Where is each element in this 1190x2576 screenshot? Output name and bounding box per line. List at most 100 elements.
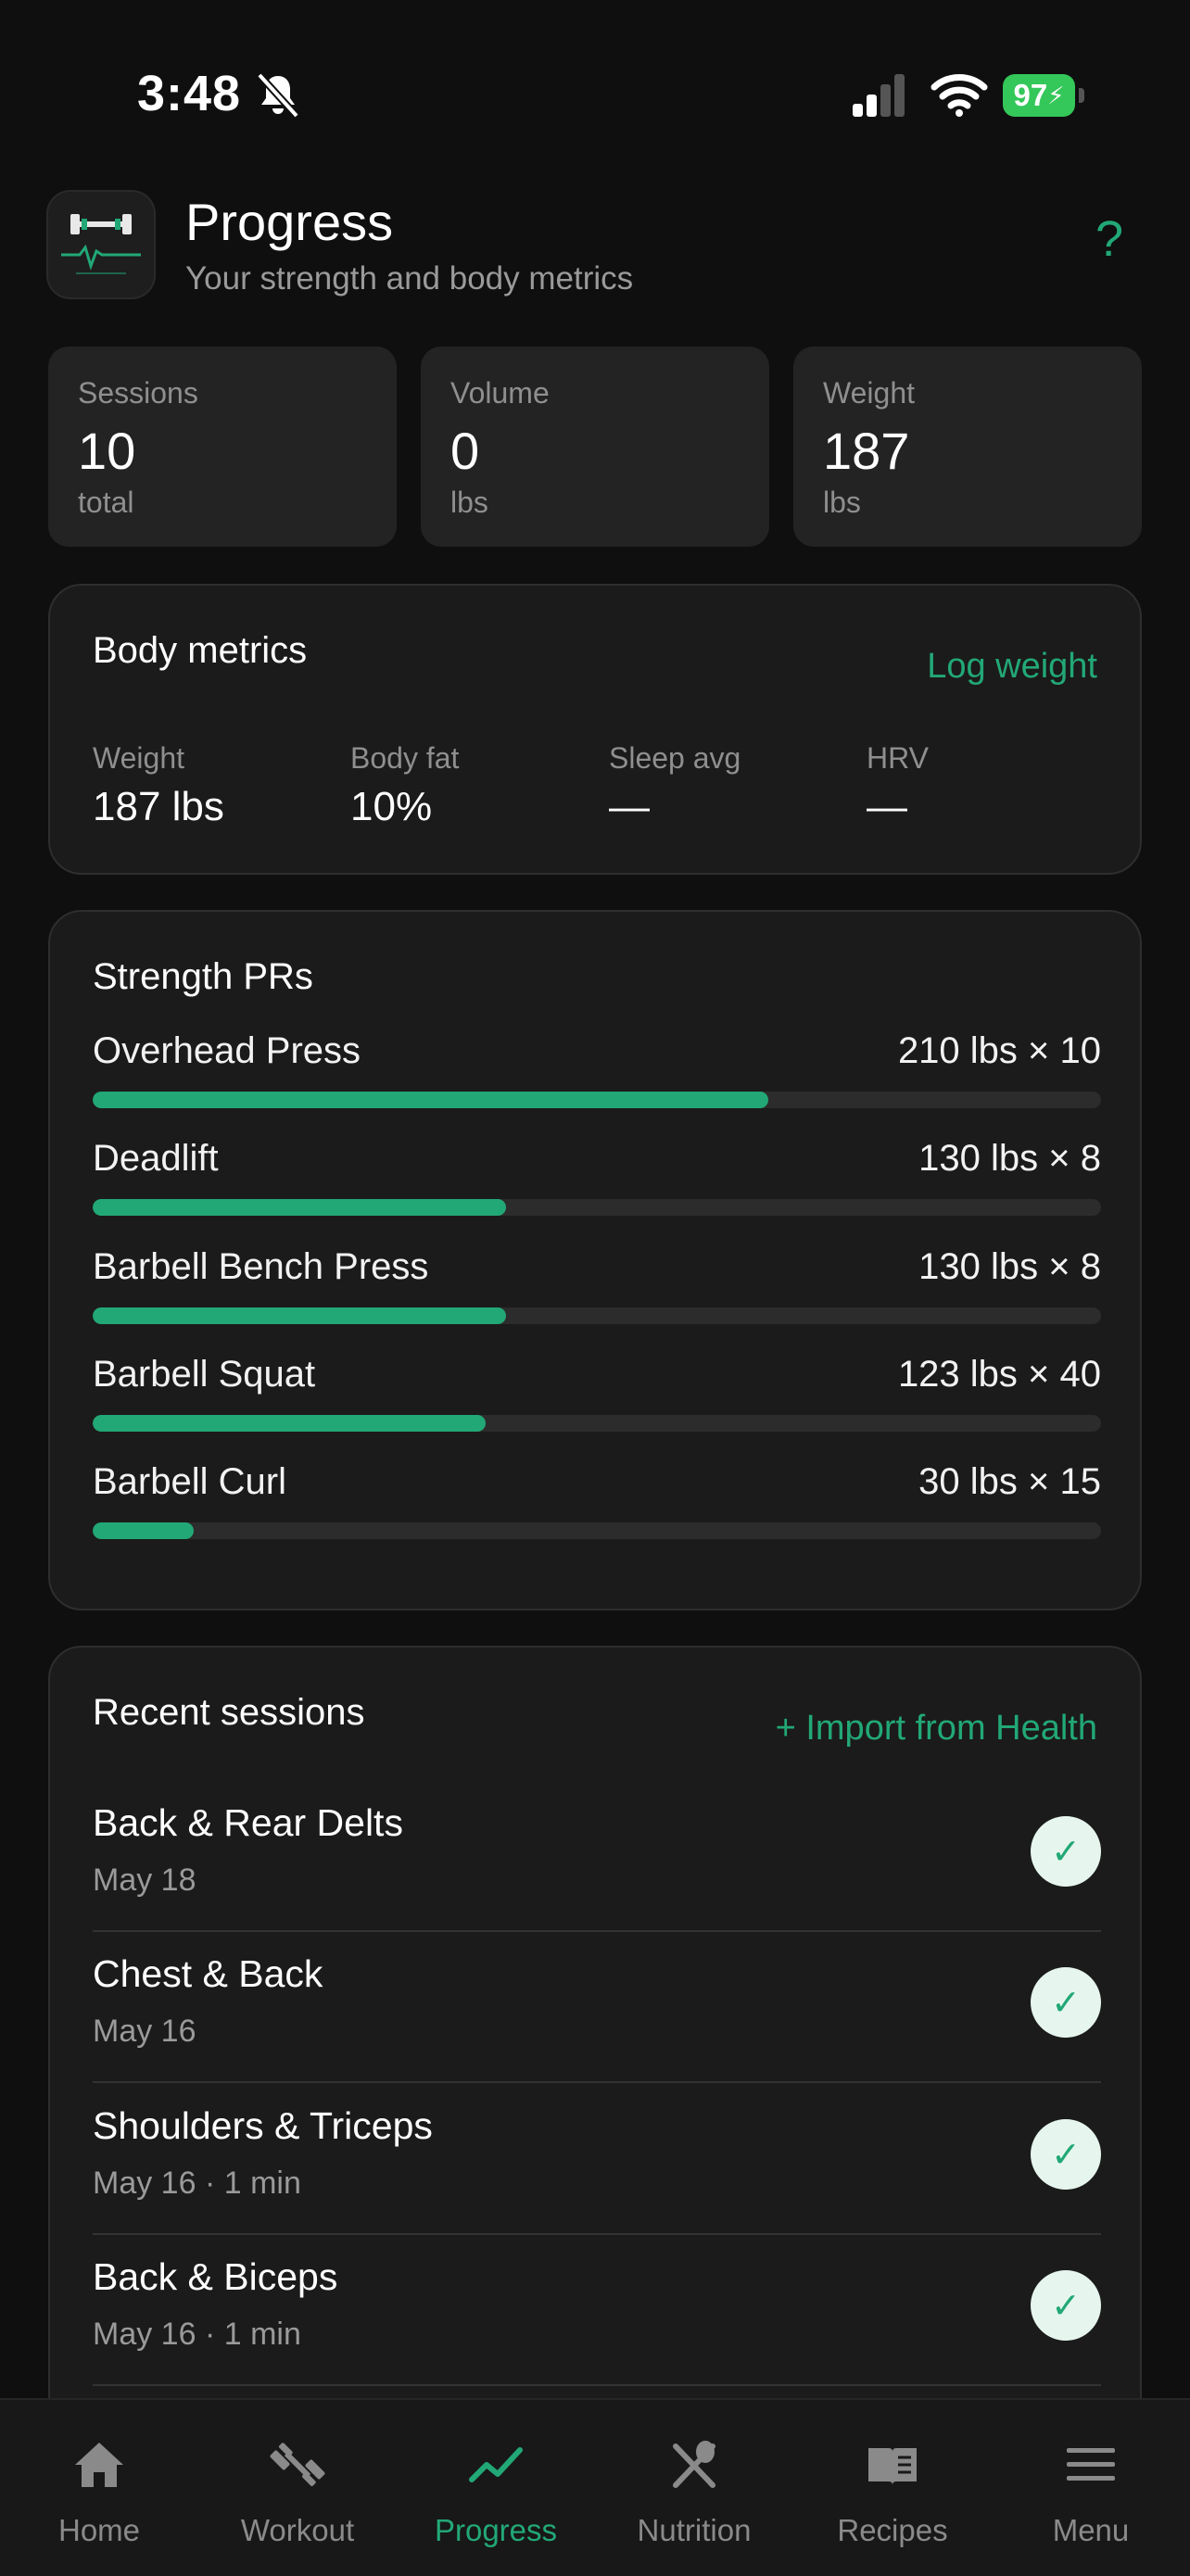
check-icon: ✓ <box>1031 2119 1101 2190</box>
pr-value: 30 lbs × 15 <box>918 1461 1101 1502</box>
charging-bolt-icon: ⚡ <box>1047 81 1065 109</box>
session-meta: May 18 <box>93 1863 196 1898</box>
stat-card-sessions: Sessions 10 total <box>48 347 397 547</box>
battery-percent: 97 <box>1013 78 1048 112</box>
tab-label: Workout <box>240 2513 355 2547</box>
metric-value-hrv: — <box>867 784 907 829</box>
body-metrics-title: Body metrics <box>93 630 308 671</box>
session-row[interactable]: Back & Rear Delts May 18 ✓ <box>93 1781 1101 1932</box>
pr-name: Barbell Squat <box>93 1354 316 1395</box>
session-meta: May 16 · 1 min <box>93 2166 301 2201</box>
stat-label: Weight <box>823 376 916 410</box>
pr-progress-fill <box>93 1522 194 1539</box>
pr-progress-fill <box>93 1092 768 1108</box>
dumbbell-pulse-logo-icon <box>61 214 141 274</box>
tab-menu[interactable]: Menu <box>992 2400 1190 2576</box>
battery-indicator: 97 ⚡ <box>1003 74 1084 117</box>
divider <box>93 2081 1101 2083</box>
stat-value: 10 <box>78 422 136 480</box>
tab-label: Menu <box>1052 2513 1130 2547</box>
pr-value: 210 lbs × 10 <box>897 1030 1101 1071</box>
metric-value-body-fat: 10% <box>350 784 433 829</box>
tab-recipes[interactable]: Recipes <box>793 2400 992 2576</box>
recent-sessions-card: Recent sessions + Import from Health Bac… <box>48 1646 1142 2480</box>
tab-workout[interactable]: Workout <box>198 2400 397 2576</box>
session-meta: May 16 · 1 min <box>93 2317 301 2352</box>
metric-label-sleep-avg: Sleep avg <box>609 741 741 775</box>
pr-name: Barbell Curl <box>93 1461 286 1502</box>
tab-progress[interactable]: Progress <box>397 2400 595 2576</box>
strength-prs-title: Strength PRs <box>93 956 313 997</box>
tab-label: Progress <box>434 2513 558 2547</box>
stat-card-weight: Weight 187 lbs <box>793 347 1142 547</box>
stat-unit: total <box>78 486 134 519</box>
stat-value: 0 <box>450 422 480 480</box>
stat-unit: lbs <box>823 486 861 519</box>
pr-progress-fill <box>93 1199 507 1216</box>
metric-value-weight: 187 lbs <box>93 784 224 829</box>
pr-value: 130 lbs × 8 <box>918 1138 1101 1179</box>
pr-row-barbell-curl[interactable]: Barbell Curl 30 lbs × 15 <box>93 1461 1101 1563</box>
session-row[interactable]: Shoulders & Triceps May 16 · 1 min ✓ <box>93 2084 1101 2235</box>
check-icon: ✓ <box>1031 2270 1101 2341</box>
tab-label: Nutrition <box>637 2513 752 2547</box>
import-from-health-button[interactable]: + Import from Health <box>776 1709 1097 1749</box>
recent-sessions-title: Recent sessions <box>93 1692 365 1733</box>
menu-icon <box>1067 2448 1115 2481</box>
pr-progress-track <box>93 1415 1101 1432</box>
app-logo <box>46 190 156 299</box>
home-icon <box>75 2443 123 2487</box>
battery-level: 97 ⚡ <box>1003 74 1075 117</box>
pr-name: Overhead Press <box>93 1030 361 1071</box>
pr-name: Barbell Bench Press <box>93 1246 429 1287</box>
page-subtitle: Your strength and body metrics <box>185 260 634 297</box>
metric-label-hrv: HRV <box>867 741 929 775</box>
session-title: Back & Rear Delts <box>93 1801 403 1844</box>
stat-label: Sessions <box>78 376 198 410</box>
pr-name: Deadlift <box>93 1138 219 1179</box>
pr-progress-track <box>93 1092 1101 1108</box>
app-header: Progress Your strength and body metrics … <box>46 190 1144 301</box>
strength-prs-card: Strength PRs Overhead Press 210 lbs × 10… <box>48 910 1142 1610</box>
battery-cap <box>1079 88 1084 103</box>
pr-row-barbell-squat[interactable]: Barbell Squat 123 lbs × 40 <box>93 1354 1101 1456</box>
pr-row-overhead-press[interactable]: Overhead Press 210 lbs × 10 <box>93 1030 1101 1132</box>
status-time: 3:48 <box>137 66 242 121</box>
pr-row-deadlift[interactable]: Deadlift 130 lbs × 8 <box>93 1138 1101 1240</box>
utensils-icon <box>673 2441 715 2488</box>
tab-nutrition[interactable]: Nutrition <box>595 2400 793 2576</box>
bell-off-icon <box>257 72 299 119</box>
dumbbell-icon <box>270 2443 325 2486</box>
session-title: Shoulders & Triceps <box>93 2104 433 2147</box>
tab-bar: Home Workout Progress Nutrition Recipes … <box>0 2398 1190 2576</box>
body-metrics-card: Body metrics Log weight Weight 187 lbs B… <box>48 584 1142 875</box>
pr-progress-track <box>93 1199 1101 1216</box>
signal-icon <box>853 74 905 117</box>
pr-progress-fill <box>93 1415 487 1432</box>
log-weight-button[interactable]: Log weight <box>927 647 1097 687</box>
stat-label: Volume <box>450 376 550 410</box>
help-button[interactable]: ? <box>1095 210 1123 268</box>
metric-value-sleep-avg: — <box>609 784 650 829</box>
pr-progress-track <box>93 1522 1101 1539</box>
metric-label-body-fat: Body fat <box>350 741 460 775</box>
pr-value: 123 lbs × 40 <box>897 1354 1101 1395</box>
check-icon: ✓ <box>1031 1816 1101 1887</box>
pr-progress-fill <box>93 1307 507 1324</box>
tab-home[interactable]: Home <box>0 2400 198 2576</box>
divider <box>93 2384 1101 2386</box>
book-icon <box>868 2448 917 2485</box>
check-icon: ✓ <box>1031 1967 1101 2038</box>
status-bar: 3:48 97 ⚡ <box>0 0 1190 176</box>
session-row[interactable]: Back & Biceps May 16 · 1 min ✓ <box>93 2235 1101 2386</box>
trend-icon <box>469 2447 523 2482</box>
metric-label-weight: Weight <box>93 741 185 775</box>
page-title: Progress <box>185 193 394 251</box>
session-meta: May 16 <box>93 2014 196 2049</box>
session-title: Back & Biceps <box>93 2255 338 2298</box>
tab-label: Home <box>57 2513 141 2547</box>
pr-row-barbell-bench-press[interactable]: Barbell Bench Press 130 lbs × 8 <box>93 1246 1101 1348</box>
session-row[interactable]: Chest & Back May 16 ✓ <box>93 1932 1101 2083</box>
stat-card-volume: Volume 0 lbs <box>421 347 769 547</box>
pr-value: 130 lbs × 8 <box>918 1246 1101 1287</box>
